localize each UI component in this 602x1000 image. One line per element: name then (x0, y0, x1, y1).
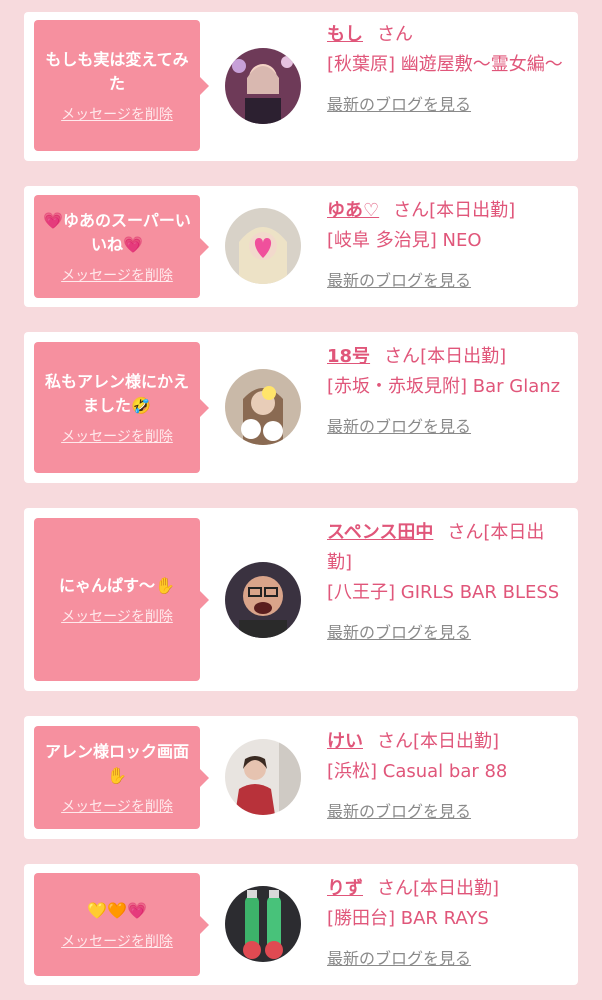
sender-name-link[interactable]: もし (327, 24, 363, 45)
work-status: [本日出勤] (413, 731, 500, 752)
shop-label: [八王子] GIRLS BAR BLESS (327, 582, 560, 603)
latest-blog-link[interactable]: 最新のブログを見る (327, 948, 569, 970)
list-item: 💗ゆあのスーパーいいね💗 メッセージを削除 ゆあ♡ さん[本日出勤] [岐阜 多治… (24, 186, 578, 307)
work-status: [本日出勤] (413, 878, 500, 899)
message-text: にゃんぱす〜✋ (59, 575, 175, 595)
sender-info: けい さん[本日出勤] [浜松] Casual bar 88 最新のブログを見る (327, 727, 569, 823)
delete-message-link[interactable]: メッセージを削除 (61, 106, 173, 124)
list-item: もしも実は変えてみた メッセージを削除 もし さん [秋葉原] 幽遊屋敷〜霊女編〜… (24, 12, 578, 161)
avatar[interactable] (225, 369, 301, 445)
list-item: アレン様ロック画面✋ メッセージを削除 けい さん[本日出勤] [浜松] Casu… (24, 716, 578, 839)
latest-blog-link[interactable]: 最新のブログを見る (327, 94, 569, 116)
delete-message-link[interactable]: メッセージを削除 (61, 798, 173, 816)
avatar[interactable] (225, 208, 301, 284)
message-text: 💗ゆあのスーパーいいね💗 (43, 210, 191, 254)
latest-blog-link[interactable]: 最新のブログを見る (327, 622, 569, 644)
honorific: さん (447, 522, 484, 543)
sender-info: りず さん[本日出勤] [勝田台] BAR RAYS 最新のブログを見る (327, 874, 569, 970)
shop-label: [浜松] Casual bar 88 (327, 761, 508, 782)
honorific: さん (377, 878, 413, 899)
message-list: もしも実は変えてみた メッセージを削除 もし さん [秋葉原] 幽遊屋敷〜霊女編〜… (0, 0, 602, 1000)
sender-name-link[interactable]: スペンス田中 (327, 522, 433, 543)
work-status: [本日出勤] (420, 346, 507, 367)
sender-name-link[interactable]: ゆあ♡ (327, 200, 379, 221)
avatar[interactable] (225, 562, 301, 638)
sender-name-link[interactable]: りず (327, 878, 363, 899)
latest-blog-link[interactable]: 最新のブログを見る (327, 416, 569, 438)
sender-info: スペンス田中 さん[本日出勤] [八王子] GIRLS BAR BLESS 最新の… (327, 518, 569, 644)
honorific: さん (377, 24, 413, 45)
avatar[interactable] (225, 48, 301, 124)
message-bubble: 私もアレン様にかえました🤣 メッセージを削除 (34, 342, 209, 473)
shop-label: [勝田台] BAR RAYS (327, 908, 489, 929)
sender-name-link[interactable]: 18号 (327, 346, 370, 367)
latest-blog-link[interactable]: 最新のブログを見る (327, 270, 569, 292)
message-text: もしも実は変えてみた (45, 49, 189, 93)
delete-message-link[interactable]: メッセージを削除 (61, 608, 173, 626)
sender-name-link[interactable]: けい (327, 731, 363, 752)
message-bubble: もしも実は変えてみた メッセージを削除 (34, 20, 209, 151)
shop-label: [岐阜 多治見] NEO (327, 230, 482, 251)
delete-message-link[interactable]: メッセージを削除 (61, 267, 173, 285)
list-item: 💛🧡💗 メッセージを削除 りず さん[本日出勤] [勝田台] BAR RAYS 最… (24, 864, 578, 985)
message-bubble: アレン様ロック画面✋ メッセージを削除 (34, 726, 209, 829)
list-item: 私もアレン様にかえました🤣 メッセージを削除 18号 さん[本日出勤] [赤坂・赤… (24, 332, 578, 483)
message-bubble: 💛🧡💗 メッセージを削除 (34, 873, 209, 976)
message-text: 私もアレン様にかえました🤣 (44, 371, 189, 415)
shop-label: [赤坂・赤坂見附] Bar Glanz (327, 376, 561, 397)
work-status: [本日出勤] (429, 200, 516, 221)
avatar[interactable] (225, 886, 301, 962)
shop-label: [秋葉原] 幽遊屋敷〜霊女編〜 (327, 54, 563, 75)
sender-info: 18号 さん[本日出勤] [赤坂・赤坂見附] Bar Glanz 最新のブログを見… (327, 342, 569, 438)
honorific: さん (384, 346, 421, 367)
message-bubble: 💗ゆあのスーパーいいね💗 メッセージを削除 (34, 195, 209, 298)
latest-blog-link[interactable]: 最新のブログを見る (327, 801, 569, 823)
message-bubble: にゃんぱす〜✋ メッセージを削除 (34, 518, 209, 681)
honorific: さん (377, 731, 413, 752)
avatar[interactable] (225, 739, 301, 815)
sender-info: もし さん [秋葉原] 幽遊屋敷〜霊女編〜 最新のブログを見る (327, 20, 569, 116)
message-text: アレン様ロック画面✋ (44, 741, 189, 785)
delete-message-link[interactable]: メッセージを削除 (61, 933, 173, 951)
sender-info: ゆあ♡ さん[本日出勤] [岐阜 多治見] NEO 最新のブログを見る (327, 196, 569, 292)
message-text: 💛🧡💗 (87, 900, 147, 920)
delete-message-link[interactable]: メッセージを削除 (61, 428, 173, 446)
list-item: にゃんぱす〜✋ メッセージを削除 スペンス田中 さん[本日出勤] [八王子] GI… (24, 508, 578, 691)
honorific: さん (393, 200, 430, 221)
